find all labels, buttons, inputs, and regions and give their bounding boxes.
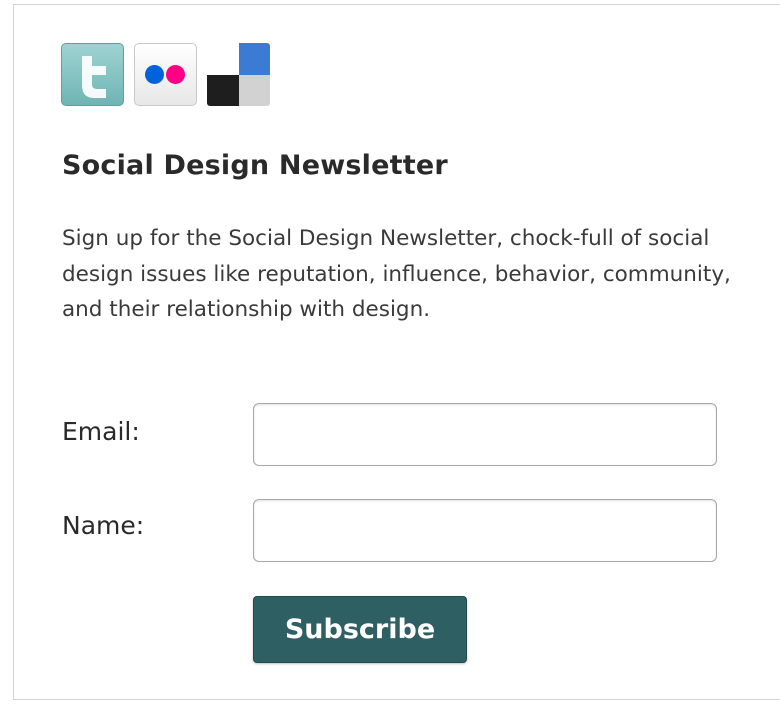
- delicious-icon[interactable]: [207, 43, 270, 106]
- delicious-gray-square: [238, 74, 270, 106]
- delicious-white-square: [207, 43, 239, 75]
- flickr-pink-dot: [166, 65, 185, 84]
- name-field[interactable]: [253, 499, 717, 562]
- email-label: Email:: [62, 417, 140, 446]
- newsletter-description: Sign up for the Social Design Newsletter…: [62, 226, 731, 322]
- flickr-icon[interactable]: [134, 43, 197, 106]
- social-icons: [61, 43, 270, 106]
- twitter-icon[interactable]: [61, 43, 124, 106]
- delicious-black-square: [207, 74, 239, 106]
- flickr-blue-dot: [145, 65, 164, 84]
- email-field[interactable]: [253, 403, 717, 466]
- newsletter-title: Social Design Newsletter: [62, 150, 448, 181]
- name-label: Name:: [62, 511, 145, 540]
- delicious-blue-square: [238, 43, 270, 75]
- subscribe-button[interactable]: Subscribe: [253, 596, 467, 663]
